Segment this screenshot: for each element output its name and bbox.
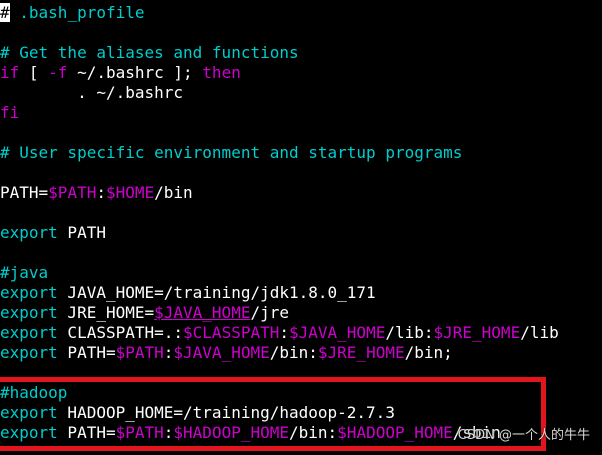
code-token: JRE_HOME= (57, 303, 155, 322)
code-line[interactable]: export PATH=$PATH:$JAVA_HOME/bin:$JRE_HO… (0, 343, 453, 363)
code-token: export (0, 223, 58, 242)
watermark: CSDN @一个人的牛牛 (457, 428, 590, 443)
code-token: fi (0, 103, 20, 122)
code-token: /jre (250, 303, 289, 322)
code-token: /bin: (269, 343, 318, 362)
code-line[interactable]: if [ -f ~/.bashrc ]; then (0, 63, 241, 83)
code-token: then (202, 63, 241, 82)
code-token: : (279, 323, 289, 342)
code-token: PATH= (57, 343, 116, 362)
code-token: $JAVA_HOME (289, 323, 386, 342)
code-token: export (0, 323, 58, 342)
code-token: : (163, 343, 174, 362)
code-token: . ~/.bashrc (0, 83, 184, 102)
code-token: -f (48, 63, 68, 82)
code-token: /lib (520, 323, 559, 342)
code-token: : (96, 183, 106, 202)
code-token: export (0, 343, 58, 362)
code-token: CLASSPATH=.: (57, 323, 184, 342)
terminal-editor[interactable]: # .bash_profile # Get the aliases and fun… (0, 0, 602, 455)
code-token: if (0, 63, 20, 82)
code-line[interactable]: #java (0, 263, 48, 283)
code-token: # Get the aliases and functions (0, 43, 299, 62)
code-token: /bin; (404, 343, 453, 362)
code-token: JAVA_HOME=/training/jdk1.8.0_171 (57, 283, 376, 302)
code-token: $JAVA_HOME (173, 343, 270, 362)
code-token: $JAVA_HOME (154, 303, 251, 322)
code-line[interactable]: export CLASSPATH=.:$CLASSPATH:$JAVA_HOME… (0, 323, 559, 343)
code-token: export (0, 303, 58, 322)
code-line[interactable]: export JAVA_HOME=/training/jdk1.8.0_171 (0, 283, 376, 303)
code-line[interactable]: export PATH (0, 223, 106, 243)
code-token: .bash_profile (9, 3, 145, 22)
code-token: $PATH (115, 343, 164, 362)
code-token: $PATH (48, 183, 97, 202)
code-line[interactable]: # Get the aliases and functions (0, 43, 299, 63)
code-line[interactable]: PATH=$PATH:$HOME/bin (0, 183, 193, 203)
code-token: ~/.bashrc ]; (67, 63, 203, 82)
code-token: PATH (57, 223, 106, 242)
code-token: $CLASSPATH (183, 323, 280, 342)
code-token: #java (0, 263, 49, 282)
code-line[interactable]: export JRE_HOME=$JAVA_HOME/jre (0, 303, 289, 323)
code-line[interactable]: # .bash_profile (0, 3, 145, 23)
code-token: $HOME (105, 183, 155, 202)
code-line[interactable]: fi (0, 103, 19, 123)
code-token: export (0, 283, 58, 302)
code-token: # User specific environment and startup … (0, 143, 463, 162)
code-token: /bin (154, 183, 193, 202)
code-token: /lib: (385, 323, 434, 342)
code-token: $JRE_HOME (433, 323, 521, 342)
code-token: PATH= (0, 183, 49, 202)
code-line[interactable]: # User specific environment and startup … (0, 143, 462, 163)
text-cursor: # (0, 3, 10, 22)
code-line[interactable]: . ~/.bashrc (0, 83, 183, 103)
code-token: [ (19, 63, 49, 82)
code-token: $JRE_HOME (317, 343, 405, 362)
